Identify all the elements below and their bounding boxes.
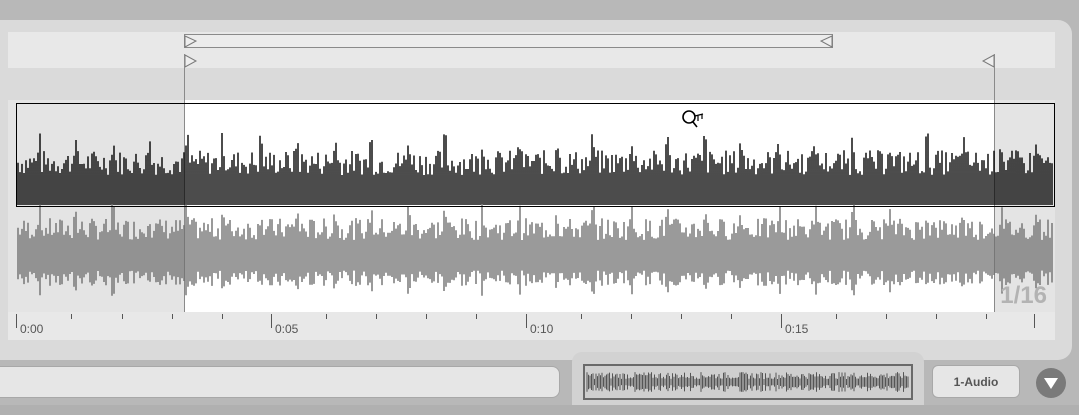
grid-size-label: 1/16 xyxy=(1000,282,1047,309)
ruler-minor-tick xyxy=(172,314,173,319)
toggle-button[interactable] xyxy=(1036,368,1066,398)
chevron-down-icon xyxy=(1044,378,1058,389)
ruler-minor-tick xyxy=(886,314,887,319)
ruler-minor-tick xyxy=(426,314,427,319)
scrub-magnifier-icon xyxy=(682,110,704,128)
ruler-minor-tick xyxy=(681,314,682,319)
ruler-major-tick xyxy=(781,314,782,328)
ruler-label: 0:00 xyxy=(20,322,44,336)
ruler-minor-tick xyxy=(222,314,223,319)
overview-waveform xyxy=(586,372,909,392)
ruler-major-tick xyxy=(271,314,272,328)
ruler-minor-tick xyxy=(476,314,477,319)
time-ruler[interactable]: 0:00 0:05 0:10 0:15 xyxy=(8,312,1055,340)
ruler-label: 0:15 xyxy=(785,322,809,336)
ruler-label: 0:10 xyxy=(530,322,554,336)
ruler-major-tick xyxy=(16,314,17,328)
clip-overview[interactable] xyxy=(583,364,913,400)
ruler-minor-tick xyxy=(376,314,377,319)
ruler-minor-tick xyxy=(326,314,327,319)
ruler-major-tick xyxy=(526,314,527,328)
ruler-minor-tick xyxy=(836,314,837,319)
track-name-button[interactable]: 1-Audio xyxy=(932,365,1020,398)
selected-channel-outline xyxy=(16,103,1055,207)
ruler-minor-tick xyxy=(581,314,582,319)
ruler-major-tick xyxy=(1034,314,1035,328)
ruler-minor-tick xyxy=(71,314,72,319)
clip-name-field[interactable] xyxy=(0,366,560,398)
ruler-minor-tick xyxy=(986,314,987,319)
ruler-minor-tick xyxy=(631,314,632,319)
right-channel-waveform xyxy=(17,204,1053,296)
status-bar xyxy=(0,405,1079,415)
ruler-minor-tick xyxy=(731,314,732,319)
ruler-minor-tick xyxy=(122,314,123,319)
ruler-minor-tick xyxy=(936,314,937,319)
overview-waveform-path xyxy=(586,372,909,392)
ruler-label: 0:05 xyxy=(275,322,299,336)
